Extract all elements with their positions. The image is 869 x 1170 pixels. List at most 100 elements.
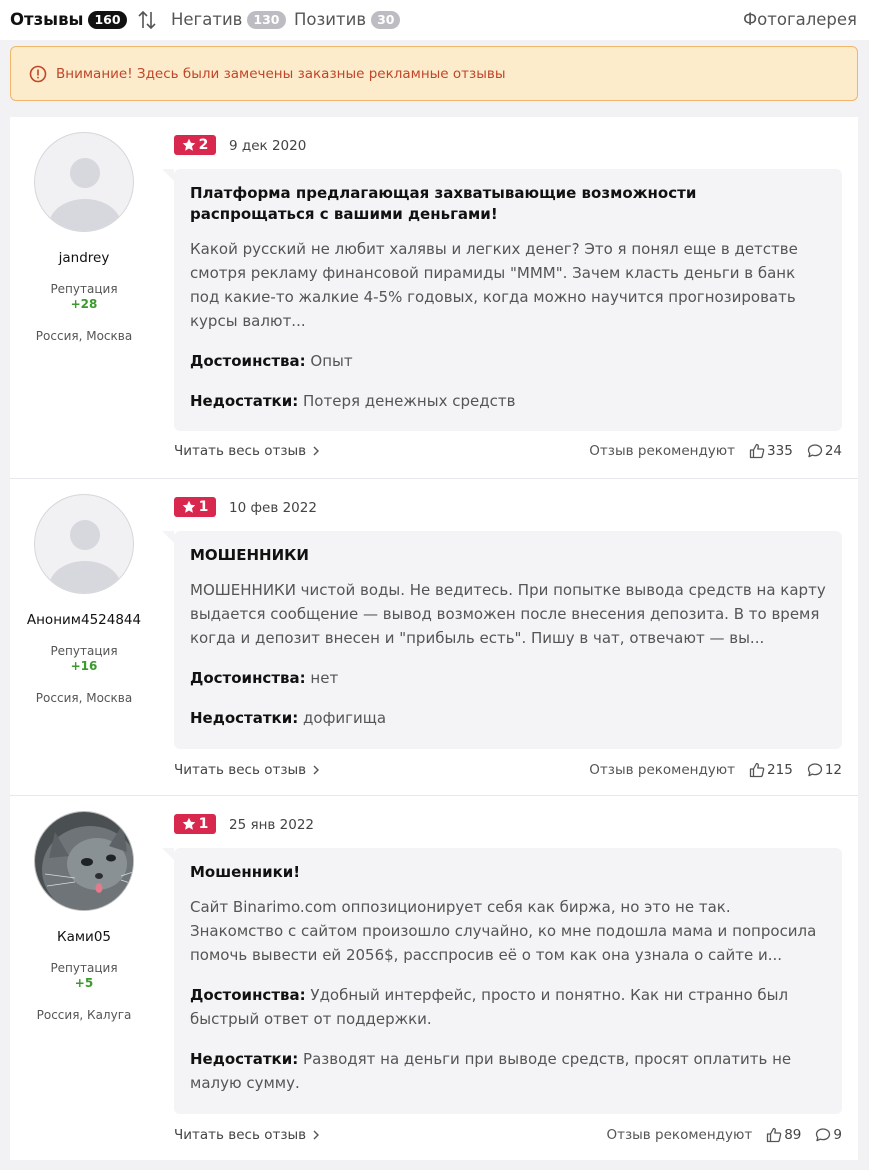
warning-text: Внимание! Здесь были замечены заказные р… [56,65,506,82]
author-name[interactable]: Ками05 [10,929,158,945]
comments-button[interactable]: 9 [815,1127,842,1143]
chevron-right-icon [313,1130,320,1140]
author-location: Россия, Москва [35,329,133,343]
review-footer: Читать весь отзыв Отзыв рекомендуют 335 … [174,443,842,463]
recommend-label: Отзыв рекомендуют [606,1127,753,1143]
cons-text: Потеря денежных средств [303,392,516,410]
likes-count: 89 [784,1127,802,1143]
review-title[interactable]: Мошенники! [190,862,826,883]
review-content: Мошенники! Сайт Binarimo.com оппозициони… [162,848,842,1114]
review-stats: Отзыв рекомендуют 335 24 [589,443,842,459]
pros-label: Достоинства: [190,352,306,370]
review-date: 9 дек 2020 [229,138,307,154]
likes-count: 215 [767,762,793,778]
photo-gallery-link[interactable]: Фотогалерея [743,10,857,29]
comment-bubble-icon [816,1128,831,1142]
review-footer: Читать весь отзыв Отзыв рекомендуют 215 … [174,762,842,782]
rating-badge: 1 [174,497,216,517]
read-more-label: Читать весь отзыв [174,1127,307,1143]
tab-reviews-count: 160 [88,10,127,29]
review-cons: Недостатки: дофигища [190,706,826,730]
reputation-label: Репутация [50,961,118,975]
chevron-right-icon [313,765,320,775]
review-title[interactable]: МОШЕННИКИ [190,545,826,566]
review-pros: Достоинства: Удобный интерфейс, просто и… [190,983,826,1031]
review-text: Сайт Binarimo.com оппозиционирует себя к… [190,898,817,964]
thumbs-up-icon [767,1127,782,1143]
comments-count: 12 [824,762,842,778]
user-avatar[interactable] [34,811,134,911]
pros-text: нет [310,669,339,687]
reputation-value: +28 [70,297,98,311]
tab-negative[interactable]: Негатив 130 [171,10,286,29]
rating-badge: 2 [174,135,216,155]
user-avatar[interactable] [34,132,134,232]
author-name[interactable]: Аноним4524844 [10,612,158,628]
reputation-value: +5 [74,976,94,990]
review-date: 25 янв 2022 [229,817,315,833]
tab-reviews-label: Отзывы [10,10,84,29]
review-content: Платформа предлагающая захватывающие воз… [162,169,842,431]
read-more-label: Читать весь отзыв [174,762,307,778]
review-footer: Читать весь отзыв Отзыв рекомендуют 89 9 [174,1127,842,1147]
recommend-label: Отзыв рекомендуют [589,762,736,778]
review-title[interactable]: Платформа предлагающая захватывающие воз… [190,183,826,225]
comments-count: 9 [833,1127,842,1143]
user-avatar[interactable] [34,494,134,594]
rating-value: 2 [198,137,209,153]
tab-positive[interactable]: Позитив 30 [294,10,401,29]
review-pros: Достоинства: нет [190,666,826,690]
tab-negative-count: 130 [247,10,286,29]
rating-badge: 1 [174,814,216,834]
pros-label: Достоинства: [190,669,306,687]
read-more-link[interactable]: Читать весь отзыв [174,1127,320,1143]
review-card: Ками05 Репутация +5 Россия, Калуга 1 25 … [10,795,858,1160]
likes-button[interactable]: 215 [749,762,793,778]
author-name[interactable]: jandrey [10,250,158,266]
review-content: МОШЕННИКИ МОШЕННИКИ чистой воды. Не веди… [162,531,842,749]
read-more-label: Читать весь отзыв [174,443,307,459]
thumbs-up-icon [749,443,765,459]
review-text: Какой русский не любит халявы и легких д… [190,240,798,330]
review-pros: Достоинства: Опыт [190,349,826,373]
likes-button[interactable]: 335 [749,443,793,459]
cat-photo-avatar [35,812,133,910]
comments-button[interactable]: 24 [807,443,842,459]
author-location: Россия, Калуга [36,1008,132,1022]
review-card: jandrey Репутация +28 Россия, Москва 2 9… [10,117,858,478]
review-text: МОШЕННИКИ чистой воды. Не ведитесь. При … [190,581,826,647]
tab-positive-label: Позитив [294,10,367,29]
reputation-label: Репутация [50,282,118,296]
likes-button[interactable]: 89 [766,1127,801,1143]
recommend-label: Отзыв рекомендуют [589,443,736,459]
star-icon [182,500,195,513]
rating-value: 1 [198,499,209,515]
likes-count: 335 [767,443,793,459]
reputation-value: +16 [70,659,98,673]
pros-label: Достоинства: [190,986,306,1004]
default-user-avatar-icon [49,520,121,593]
tab-negative-label: Негатив [171,10,243,29]
review-cons: Недостатки: Потеря денежных средств [190,389,826,413]
read-more-link[interactable]: Читать весь отзыв [174,762,320,778]
exclamation-circle-icon [29,65,47,82]
review-cons: Недостатки: Разводят на деньги при вывод… [190,1047,826,1095]
cons-label: Недостатки: [190,709,299,727]
comments-button[interactable]: 12 [807,762,842,778]
tab-positive-count: 30 [371,10,401,29]
cons-label: Недостатки: [190,392,299,410]
warning-banner: Внимание! Здесь были замечены заказные р… [10,46,858,101]
review-stats: Отзыв рекомендуют 215 12 [589,762,842,778]
comment-bubble-icon [807,763,822,777]
sort-arrows-icon[interactable] [137,9,157,31]
review-stats: Отзыв рекомендуют 89 9 [606,1127,842,1143]
review-card: Аноним4524844 Репутация +16 Россия, Моск… [10,478,858,795]
tab-reviews[interactable]: Отзывы 160 [10,10,127,29]
review-tabs: Отзывы 160 Негатив 130 Позитив 30 Фотога… [0,0,869,40]
comment-bubble-icon [807,444,822,458]
cons-text: дофигища [303,709,387,727]
star-icon [182,817,195,830]
reputation-label: Репутация [50,644,118,658]
author-location: Россия, Москва [35,691,133,705]
read-more-link[interactable]: Читать весь отзыв [174,443,320,459]
